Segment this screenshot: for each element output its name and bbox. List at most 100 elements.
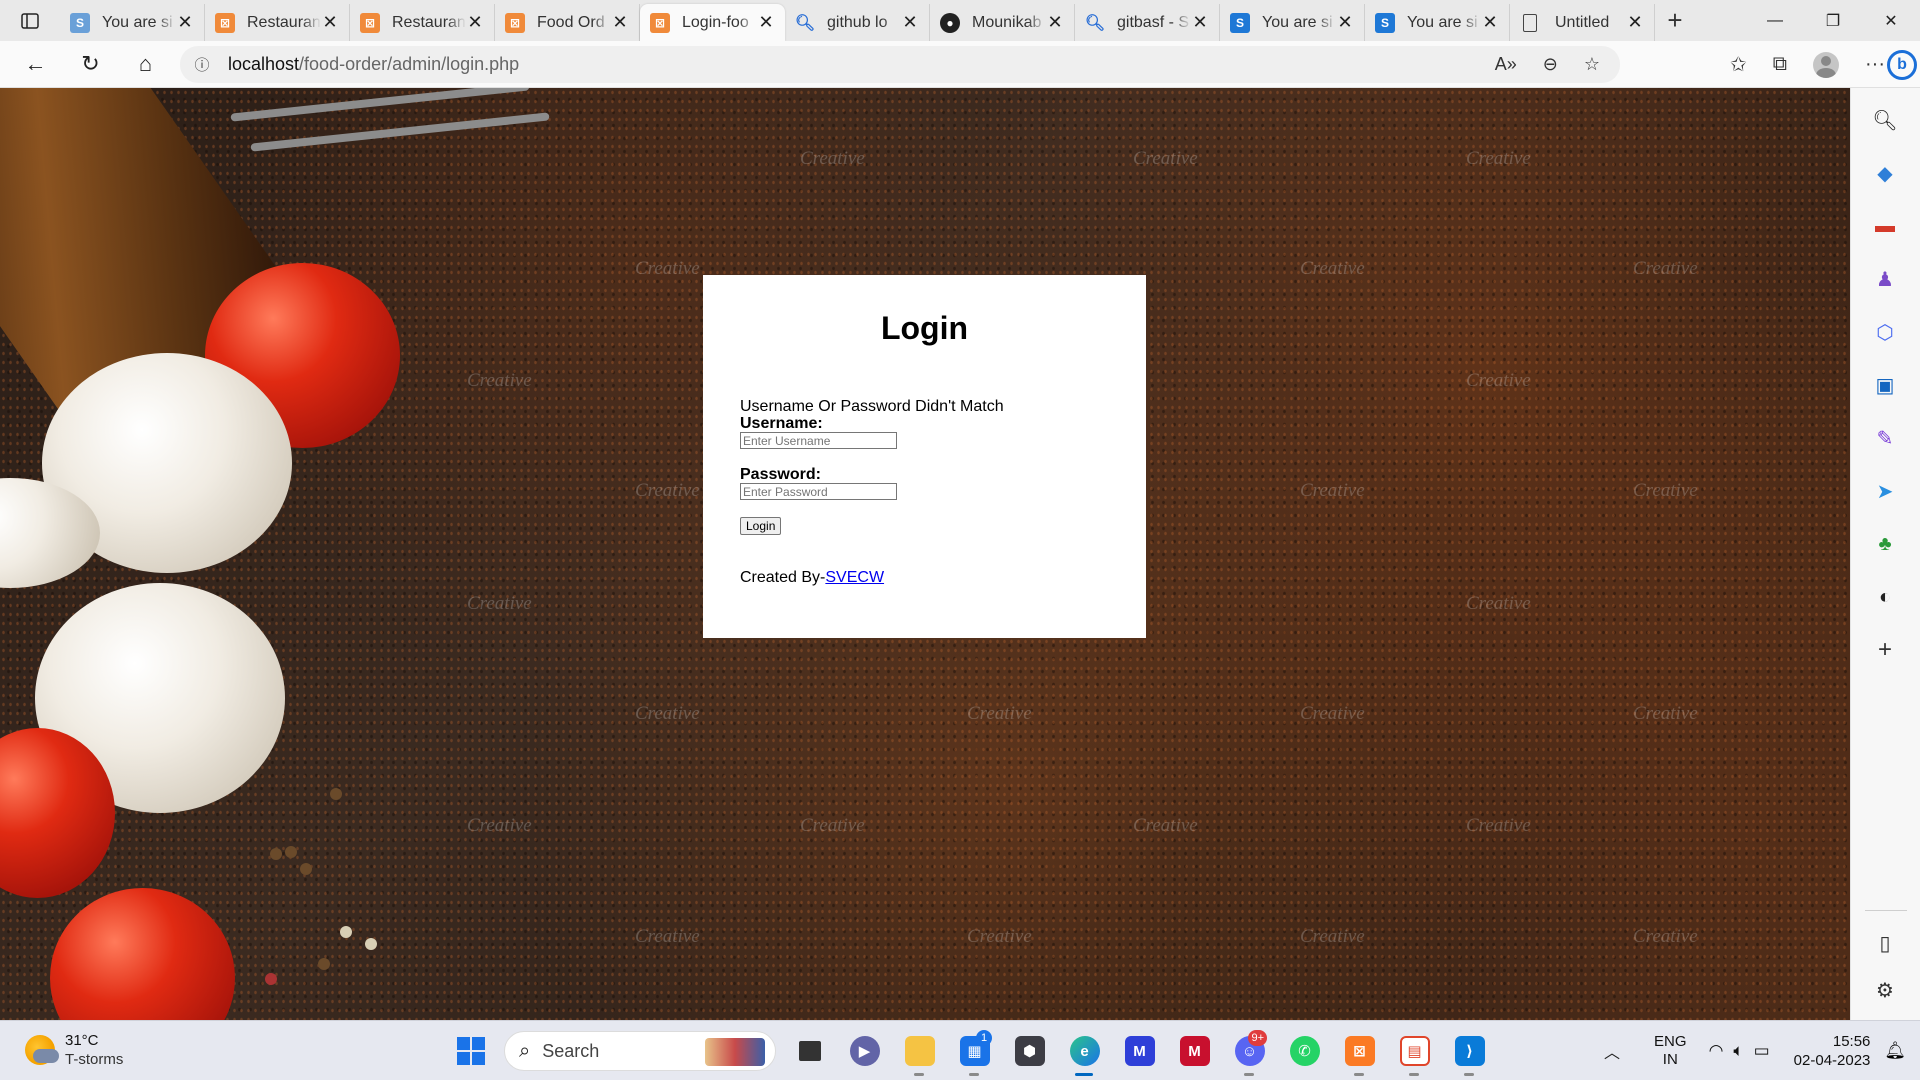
error-message: Username Or Password Didn't Match (740, 398, 1004, 415)
minimize-icon[interactable]: — (1746, 0, 1804, 41)
login-form: Username Or Password Didn't Match Userna… (740, 398, 1120, 587)
close-tab-icon[interactable]: ✕ (611, 12, 629, 33)
close-tab-icon[interactable]: ✕ (1191, 12, 1209, 33)
read-aloud-icon[interactable]: A» (1495, 54, 1517, 75)
language-indicator[interactable]: ENG IN (1654, 1033, 1687, 1069)
notification-bell-icon[interactable]: 🔔︎ (1884, 1041, 1906, 1061)
close-tab-icon[interactable]: ✕ (1046, 12, 1064, 33)
close-tab-icon[interactable]: ✕ (466, 12, 484, 33)
add-sidebar-app-icon[interactable]: + (1868, 633, 1902, 667)
close-window-icon[interactable]: ✕ (1862, 0, 1920, 41)
browser-tab[interactable]: 🔍︎ gitbasf - S ✕ (1075, 4, 1220, 41)
microsoft-365-icon[interactable]: ⬡ (1868, 315, 1902, 349)
designer-icon[interactable]: ✎ (1868, 421, 1902, 455)
close-tab-icon[interactable]: ✕ (1481, 12, 1499, 33)
chevron-up-icon[interactable]: ︿ (1604, 1039, 1620, 1063)
close-tab-icon[interactable]: ✕ (1336, 12, 1354, 33)
xampp-icon: ⊠ (360, 12, 380, 33)
zoom-icon[interactable]: ⊖ (1543, 54, 1558, 75)
sidebar-search-icon[interactable]: 🔍︎ (1868, 103, 1902, 137)
new-tab-button[interactable]: + (1655, 0, 1695, 41)
restore-icon[interactable]: ❐ (1804, 0, 1862, 41)
browser-tab[interactable]: ⊠ Restauran ✕ (350, 4, 495, 41)
language-code: ENG (1654, 1033, 1687, 1050)
send-icon[interactable]: ➤ (1868, 474, 1902, 508)
tab-title: gitbasf - S (1117, 13, 1190, 31)
mcafee-button[interactable]: M (1167, 1030, 1222, 1072)
teams-chat-button[interactable]: ▶ (837, 1030, 892, 1072)
task-view-button[interactable] (782, 1030, 837, 1072)
browser-tab-active[interactable]: ⊠ Login-foo ✕ (640, 4, 785, 41)
add-favorite-icon[interactable]: ☆ (1584, 54, 1600, 75)
password-field[interactable] (740, 483, 897, 500)
search-icon: 🔍︎ (1084, 14, 1106, 32)
close-tab-icon[interactable]: ✕ (757, 12, 775, 33)
clock[interactable]: 15:56 02-04-2023 (1794, 1032, 1871, 1070)
url-text[interactable]: localhost/food-order/admin/login.php (228, 54, 519, 75)
taskbar-search[interactable]: ⌕ Search (504, 1031, 776, 1071)
collections-icon[interactable]: ⧉ (1773, 53, 1787, 76)
tab-title: You are si (1262, 13, 1333, 31)
profile-avatar[interactable] (1813, 51, 1840, 78)
circle-app-icon[interactable]: ◐ (1868, 580, 1902, 614)
clock-time: 15:56 (1832, 1033, 1871, 1050)
shield-icon: M (1179, 1036, 1210, 1066)
login-button[interactable]: Login (740, 517, 782, 535)
scan-app-button[interactable]: ▤ (1387, 1030, 1442, 1076)
tools-icon[interactable]: ▬ (1868, 209, 1902, 243)
bing-chat-icon[interactable]: b (1884, 41, 1920, 88)
browser-tab[interactable]: S You are si ✕ (1365, 4, 1510, 41)
close-tab-icon[interactable]: ✕ (1626, 12, 1644, 33)
username-field[interactable] (740, 432, 897, 449)
home-icon[interactable]: ⌂ (118, 41, 173, 88)
start-button[interactable] (443, 1030, 498, 1072)
discord-badge: 9+ (1248, 1030, 1267, 1046)
games-icon[interactable]: ♟ (1868, 262, 1902, 296)
close-tab-icon[interactable]: ✕ (321, 12, 339, 33)
browser-tab[interactable]: ● Mounikab ✕ (930, 4, 1075, 41)
whatsapp-icon: ✆ (1289, 1036, 1320, 1066)
tab-actions-icon[interactable] (0, 0, 60, 41)
windows-taskbar: 31°C T-storms ⌕ Search ▶ ▦ 1 ⬢ e M M ☺ 9… (0, 1020, 1920, 1080)
discord-button[interactable]: ☺ 9+ (1222, 1030, 1277, 1076)
settings-gear-icon[interactable]: ⚙ (1868, 973, 1902, 1007)
github-icon: ● (940, 12, 960, 33)
system-icons[interactable]: ◠ 🔈︎ ▭ (1709, 1041, 1770, 1061)
credits-link[interactable]: SVECW (825, 569, 884, 586)
browser-tab[interactable]: Untitled ✕ (1510, 4, 1655, 41)
watermark: Creative (1300, 480, 1365, 501)
whatsapp-button[interactable]: ✆ (1277, 1030, 1332, 1072)
store-button[interactable]: ▦ 1 (947, 1030, 1002, 1076)
split-screen-icon[interactable]: ▯ (1868, 926, 1902, 960)
tree-icon[interactable]: ♣ (1868, 527, 1902, 561)
vscode-button[interactable]: ⟩ (1442, 1030, 1497, 1076)
site-info-icon[interactable]: ⓘ (180, 54, 224, 75)
file-explorer-button[interactable] (892, 1030, 947, 1076)
battery-icon: ▭ (1753, 1041, 1770, 1060)
browser-tab[interactable]: ⊠ Restauran ✕ (205, 4, 350, 41)
address-bar[interactable]: ⓘ localhost/food-order/admin/login.php A… (180, 46, 1620, 83)
outlook-icon[interactable]: ▣ (1868, 368, 1902, 402)
shopping-tag-icon[interactable]: ◆ (1868, 156, 1902, 190)
watermark: Creative (1633, 258, 1698, 279)
watermark: Creative (1300, 926, 1365, 947)
close-tab-icon[interactable]: ✕ (176, 12, 194, 33)
more-icon[interactable]: ··· (1865, 53, 1885, 76)
browser-tab[interactable]: ⊠ Food Ord ✕ (495, 4, 640, 41)
tab-title: Restauran (247, 13, 321, 31)
peppercorn-image (300, 863, 312, 875)
math-app-button[interactable]: M (1112, 1030, 1167, 1072)
close-tab-icon[interactable]: ✕ (901, 12, 919, 33)
edge-button[interactable]: e (1057, 1030, 1112, 1076)
browser-tab[interactable]: S You are si ✕ (1220, 4, 1365, 41)
cube-app-button[interactable]: ⬢ (1002, 1030, 1057, 1072)
xampp-button[interactable]: ⊠ (1332, 1030, 1387, 1076)
search-icon: 🔍︎ (794, 14, 816, 32)
back-icon[interactable]: ← (8, 41, 63, 88)
favorites-icon[interactable]: ✩ (1730, 52, 1747, 77)
xampp-icon: ⊠ (505, 12, 525, 33)
weather-widget[interactable]: 31°C T-storms (25, 1031, 123, 1069)
refresh-icon[interactable]: ↻ (63, 41, 118, 88)
browser-tab[interactable]: S You are si ✕ (60, 4, 205, 41)
browser-tab[interactable]: 🔍︎ github lo ✕ (785, 4, 930, 41)
